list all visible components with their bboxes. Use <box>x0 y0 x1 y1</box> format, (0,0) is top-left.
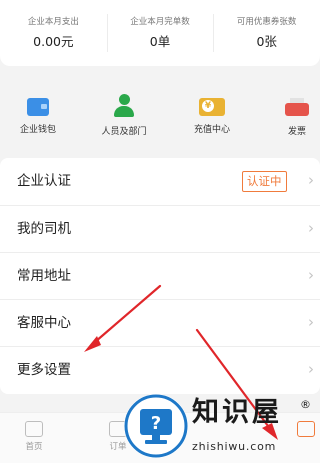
arrow-to-more-settings <box>84 284 162 352</box>
annotation-arrows <box>84 284 278 440</box>
arrow-to-mine-tab <box>195 328 278 440</box>
